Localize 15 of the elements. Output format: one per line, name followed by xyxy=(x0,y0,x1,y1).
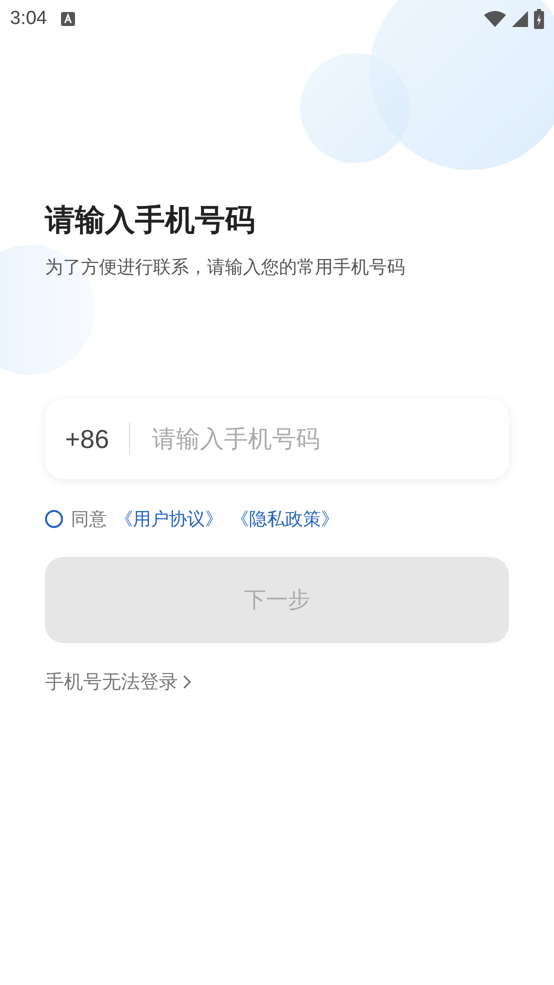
wifi-icon xyxy=(484,11,506,27)
page-subtitle: 为了方便进行联系，请输入您的常用手机号码 xyxy=(45,256,406,279)
agreement-radio[interactable] xyxy=(45,510,63,528)
page-title: 请输入手机号码 xyxy=(45,202,256,240)
battery-icon xyxy=(534,9,544,29)
policy-link[interactable]: 《用户协议》 xyxy=(115,507,223,531)
policy-link[interactable]: 《隐私政策》 xyxy=(231,507,339,531)
agreement-text: 同意 xyxy=(71,508,107,531)
keyboard-notification-icon xyxy=(60,12,75,26)
help-link[interactable]: 手机号无法登录 xyxy=(45,669,192,695)
chevron-right-icon xyxy=(182,674,192,690)
status-time: 3:04 xyxy=(10,8,47,30)
signal-icon xyxy=(512,11,528,27)
country-code[interactable]: +86 xyxy=(65,424,110,454)
phone-input-field[interactable]: +86 请输入手机号码 xyxy=(45,399,509,479)
